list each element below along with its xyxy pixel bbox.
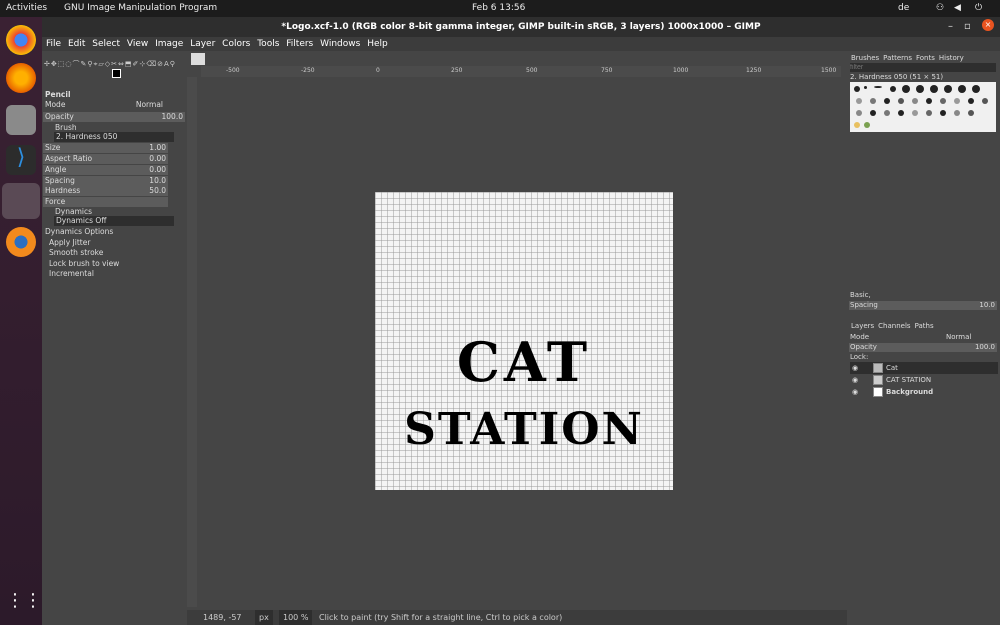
selected-brush-name: 2. Hardness 050 (51 × 51)	[850, 73, 944, 81]
blender-icon[interactable]	[6, 227, 36, 257]
zoom-selector[interactable]: 100 %	[279, 610, 313, 625]
menu-edit[interactable]: Edit	[68, 37, 85, 51]
menu-image[interactable]: Image	[155, 37, 183, 51]
network-icon[interactable]: ⚇	[936, 3, 944, 13]
dynamics-options-toggle[interactable]: Dynamics Options	[43, 227, 185, 237]
gimp-icon[interactable]	[2, 183, 40, 219]
dynamics-selector[interactable]: Dynamics Off	[54, 216, 174, 226]
activities-button[interactable]: Activities	[6, 3, 47, 13]
brush-tag-field[interactable]: Basic,	[850, 291, 871, 299]
brush-filter-input[interactable]	[850, 63, 996, 72]
smooth-stroke-checkbox[interactable]: Smooth stroke	[43, 248, 185, 258]
menu-bar: File Edit Select View Image Layer Colors…	[42, 37, 1000, 51]
window-title: *Logo.xcf-1.0 (RGB color 8-bit gamma int…	[42, 17, 1000, 37]
tool-options-title: Pencil	[45, 90, 71, 99]
brush-selector[interactable]: 2. Hardness 050	[54, 132, 174, 142]
layer-row[interactable]: ◉ CAT STATION	[850, 374, 998, 386]
force-slider[interactable]: Force	[43, 197, 168, 207]
mode-row[interactable]: Mode Normal	[43, 100, 185, 110]
vertical-ruler[interactable]	[187, 77, 197, 607]
close-button[interactable]: ×	[982, 19, 994, 31]
status-message: Click to paint (try Shift for a straight…	[319, 613, 563, 622]
tab-paths[interactable]: Paths	[913, 322, 936, 330]
tool-icons-row[interactable]: ✢✥⬚◌⌒✎⚲⌖▱◇✂⇔⬒✐⊹⌫⊘A⚲	[44, 59, 184, 68]
menu-windows[interactable]: Windows	[320, 37, 360, 51]
tab-layers[interactable]: Layers	[849, 322, 876, 330]
menu-view[interactable]: View	[127, 37, 148, 51]
layer-opacity-slider[interactable]: Opacity 100.0	[849, 343, 997, 352]
foreground-color[interactable]	[112, 69, 121, 78]
menu-select[interactable]: Select	[92, 37, 120, 51]
size-slider[interactable]: Size 1.00	[43, 143, 168, 153]
menu-filters[interactable]: Filters	[286, 37, 313, 51]
menu-file[interactable]: File	[46, 37, 61, 51]
tab-channels[interactable]: Channels	[876, 322, 912, 330]
menu-help[interactable]: Help	[367, 37, 388, 51]
layer-mode-row[interactable]: Mode Normal	[850, 333, 998, 341]
tab-brushes[interactable]: Brushes	[849, 54, 881, 62]
power-icon[interactable]: ⏻	[975, 3, 982, 13]
image-canvas[interactable]: CAT STATION	[375, 192, 673, 490]
eye-icon[interactable]: ◉	[852, 362, 858, 374]
system-top-bar: Activities GNU Image Manipulation Progra…	[0, 0, 1000, 17]
minimize-button[interactable]: –	[948, 21, 953, 32]
dock: ⟩ ⋮⋮	[0, 17, 42, 625]
toolbox: ✢✥⬚◌⌒✎⚲⌖▱◇✂⇔⬒✐⊹⌫⊘A⚲ Pencil Mode Normal Op…	[42, 51, 187, 625]
opacity-slider[interactable]: Opacity 100.0	[43, 112, 185, 122]
logo-text-cat: CAT	[456, 330, 592, 394]
files-icon[interactable]	[6, 105, 36, 135]
layer-row[interactable]: ◉ Cat	[850, 362, 998, 374]
aspect-ratio-slider[interactable]: Aspect Ratio 0.00	[43, 154, 168, 164]
lock-brush-checkbox[interactable]: Lock brush to view	[43, 259, 185, 269]
menu-tools[interactable]: Tools	[257, 37, 279, 51]
tab-history[interactable]: History	[937, 54, 966, 62]
brushes-tab-bar: Brushes Patterns Fonts History	[849, 53, 966, 62]
layer-row[interactable]: ◉ Background	[850, 386, 998, 398]
volume-icon[interactable]: ◀	[954, 3, 961, 13]
chrome-icon[interactable]	[6, 25, 36, 55]
firefox-icon[interactable]	[6, 63, 36, 93]
vscode-icon[interactable]: ⟩	[6, 145, 36, 175]
menu-layer[interactable]: Layer	[190, 37, 215, 51]
navigate-icon[interactable]	[191, 53, 205, 65]
clock[interactable]: Feb 6 13:56	[472, 3, 525, 13]
maximize-button[interactable]: ▫	[964, 21, 971, 32]
menu-colors[interactable]: Colors	[222, 37, 250, 51]
app-menu[interactable]: GNU Image Manipulation Program	[64, 3, 217, 13]
pointer-coords: 1489, -57	[203, 613, 242, 622]
status-bar: 1489, -57 px 100 % Click to paint (try S…	[187, 610, 847, 625]
show-apps-icon[interactable]: ⋮⋮	[6, 590, 42, 620]
layers-tab-bar: Layers Channels Paths	[849, 321, 936, 330]
hardness-slider[interactable]: Hardness 50.0	[43, 186, 168, 196]
language-indicator[interactable]: de	[898, 3, 909, 13]
tab-fonts[interactable]: Fonts	[914, 54, 937, 62]
eye-icon[interactable]: ◉	[852, 374, 858, 386]
lock-label: Lock:	[850, 353, 869, 361]
brush-spacing-slider[interactable]: Spacing 10.0	[849, 301, 997, 310]
tab-patterns[interactable]: Patterns	[881, 54, 914, 62]
eye-icon[interactable]: ◉	[852, 386, 858, 398]
horizontal-ruler[interactable]: -500 -250 0 250 500 750 1000 1250 1500	[201, 66, 841, 77]
brush-grid[interactable]	[850, 82, 996, 132]
unit-selector[interactable]: px	[255, 610, 273, 625]
incremental-checkbox[interactable]: Incremental	[43, 269, 185, 279]
spacing-slider[interactable]: Spacing 10.0	[43, 176, 168, 186]
right-dock: BrushesPatternsFontsHistory 2. Hardness …	[847, 51, 1000, 625]
apply-jitter-checkbox[interactable]: Apply Jitter	[43, 238, 185, 248]
logo-text-station: STATION	[404, 404, 644, 455]
angle-slider[interactable]: Angle 0.00	[43, 165, 168, 175]
